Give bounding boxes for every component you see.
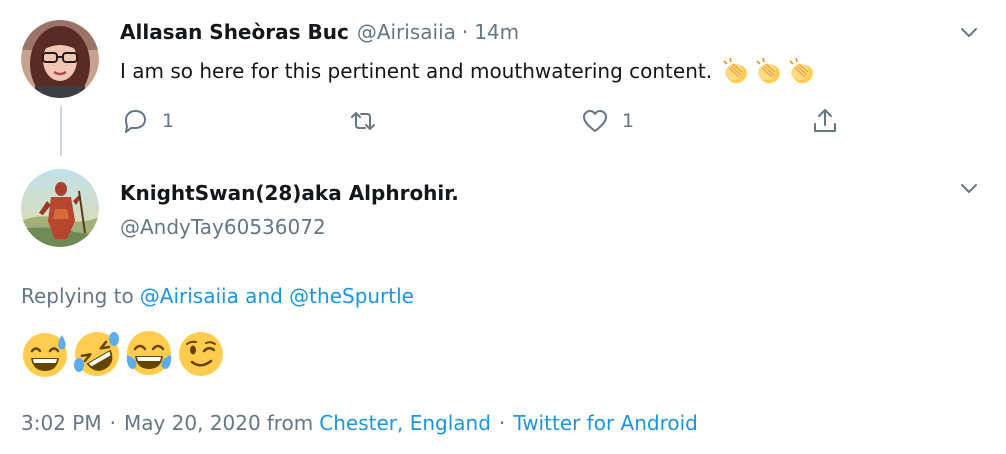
reply-tweet-text: I am so here for this pertinent and mout… bbox=[120, 56, 818, 86]
footer-separator-2: · bbox=[498, 411, 506, 435]
reply-action-bar: 1 1 bbox=[120, 103, 850, 139]
footer-time[interactable]: 3:02 PM bbox=[21, 411, 102, 435]
rofl-emoji-icon bbox=[74, 332, 119, 376]
reply-header: Allasan Sheòras Buc @Airisaiia · 14m bbox=[120, 17, 519, 47]
footer-separator: · bbox=[109, 411, 116, 435]
reply-more-chevron-down-icon[interactable] bbox=[957, 20, 981, 44]
main-author-avatar[interactable] bbox=[21, 169, 99, 247]
like-count: 1 bbox=[622, 110, 635, 132]
heart-icon bbox=[583, 110, 607, 132]
share-button[interactable] bbox=[810, 103, 840, 139]
reply-separator: · bbox=[461, 20, 469, 44]
reply-display-name[interactable]: Allasan Sheòras Buc bbox=[120, 20, 349, 44]
thread-connector-line bbox=[60, 106, 62, 156]
reply-count: 1 bbox=[162, 110, 175, 132]
clapping-hands-emoji-icon bbox=[723, 57, 747, 84]
clapping-hands-emoji-icon bbox=[756, 57, 780, 84]
tweet-thread: Allasan Sheòras Buc @Airisaiia · 14m I a… bbox=[0, 0, 1006, 454]
clapping-hands-emoji-icon bbox=[789, 57, 813, 84]
like-button[interactable]: 1 bbox=[580, 103, 634, 139]
comment-icon bbox=[125, 110, 146, 133]
replying-to-line: Replying to @Airisaiia and @theSpurtle bbox=[21, 281, 414, 311]
reply-button[interactable]: 1 bbox=[120, 103, 174, 139]
footer-source-link[interactable]: Twitter for Android bbox=[513, 411, 698, 435]
reply-timestamp[interactable]: 14m bbox=[474, 20, 519, 44]
reply-body-text: I am so here for this pertinent and mout… bbox=[120, 59, 713, 83]
replying-to-label: Replying to bbox=[21, 284, 134, 308]
footer-from-label: from bbox=[266, 411, 314, 435]
tweet-footer: 3:02 PM · May 20, 2020 from Chester, Eng… bbox=[21, 407, 698, 439]
reply-handle[interactable]: @Airisaiia bbox=[357, 20, 456, 44]
footer-location-link[interactable]: Chester, England bbox=[319, 411, 491, 435]
retweet-icon bbox=[351, 112, 375, 130]
grinning-sweat-emoji-icon bbox=[23, 333, 67, 377]
share-icon bbox=[814, 109, 836, 132]
retweet-button[interactable] bbox=[348, 103, 390, 139]
main-display-name[interactable]: KnightSwan(28)aka Alphrohir. bbox=[120, 178, 459, 208]
main-tweet-emoji-text bbox=[20, 329, 226, 379]
reply-emoji-group bbox=[720, 55, 818, 87]
winking-face-emoji-icon bbox=[179, 332, 223, 376]
replying-to-users-link[interactable]: @Airisaiia and @theSpurtle bbox=[140, 284, 414, 308]
tears-of-joy-emoji-icon bbox=[126, 331, 172, 375]
main-more-chevron-down-icon[interactable] bbox=[957, 176, 981, 200]
main-handle[interactable]: @AndyTay60536072 bbox=[120, 212, 326, 242]
reply-author-avatar[interactable] bbox=[21, 20, 99, 98]
footer-date[interactable]: May 20, 2020 bbox=[124, 411, 261, 435]
